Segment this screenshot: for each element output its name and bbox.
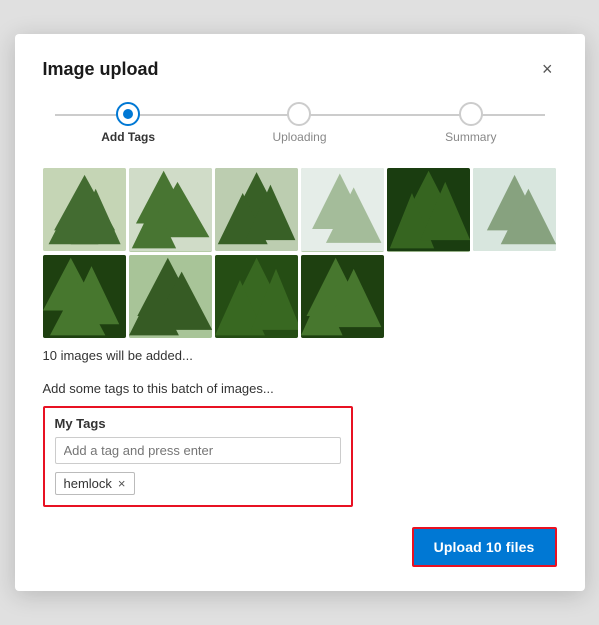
dialog-header: Image upload × xyxy=(43,58,557,80)
step-label-uploading: Uploading xyxy=(272,130,326,144)
step-uploading: Uploading xyxy=(214,102,385,144)
step-label-add-tags: Add Tags xyxy=(101,130,155,144)
step-add-tags: Add Tags xyxy=(43,102,214,144)
step-circle-add-tags xyxy=(116,102,140,126)
step-label-summary: Summary xyxy=(445,130,496,144)
upload-button[interactable]: Upload 10 files xyxy=(412,527,557,567)
dialog-title: Image upload xyxy=(43,59,159,80)
bottom-bar: Upload 10 files xyxy=(43,527,557,567)
my-tags-box: My Tags hemlock × xyxy=(43,406,353,507)
image-cell-8 xyxy=(129,255,212,338)
image-cell-6 xyxy=(473,168,556,251)
my-tags-title: My Tags xyxy=(55,416,341,431)
tag-remove-button[interactable]: × xyxy=(118,477,126,490)
add-tags-label: Add some tags to this batch of images... xyxy=(43,381,557,396)
image-grid xyxy=(43,168,557,337)
image-cell-9 xyxy=(215,255,298,338)
image-cell-5 xyxy=(387,168,470,251)
image-cell-2 xyxy=(129,168,212,251)
images-count-text: 10 images will be added... xyxy=(43,348,557,363)
image-upload-dialog: Image upload × Add Tags Uploading Summar… xyxy=(15,34,585,590)
image-cell-4 xyxy=(301,168,384,251)
tag-label: hemlock xyxy=(64,476,112,491)
step-circle-uploading xyxy=(287,102,311,126)
tag-item-hemlock: hemlock × xyxy=(55,472,135,495)
tag-input[interactable] xyxy=(55,437,341,464)
close-button[interactable]: × xyxy=(538,58,557,80)
step-circle-summary xyxy=(459,102,483,126)
tag-list: hemlock × xyxy=(55,472,341,495)
image-cell-1 xyxy=(43,168,126,251)
progress-steps: Add Tags Uploading Summary xyxy=(43,102,557,144)
image-cell-10 xyxy=(301,255,384,338)
image-cell-7 xyxy=(43,255,126,338)
step-summary: Summary xyxy=(385,102,556,144)
image-cell-3 xyxy=(215,168,298,251)
